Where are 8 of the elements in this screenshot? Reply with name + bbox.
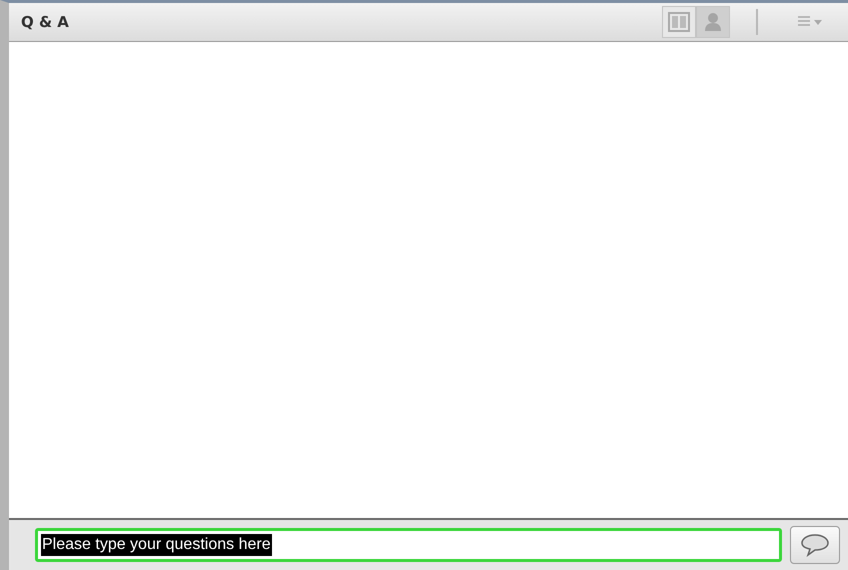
panel-title: Q & A bbox=[21, 13, 70, 31]
send-button[interactable] bbox=[790, 526, 840, 564]
person-icon bbox=[703, 12, 723, 32]
split-view-icon bbox=[668, 12, 690, 32]
view-toggle-button[interactable] bbox=[696, 6, 730, 38]
question-input-field[interactable]: Please type your questions here bbox=[35, 528, 782, 562]
speech-bubble-icon bbox=[800, 533, 830, 557]
view-toggle-button[interactable] bbox=[662, 6, 696, 38]
